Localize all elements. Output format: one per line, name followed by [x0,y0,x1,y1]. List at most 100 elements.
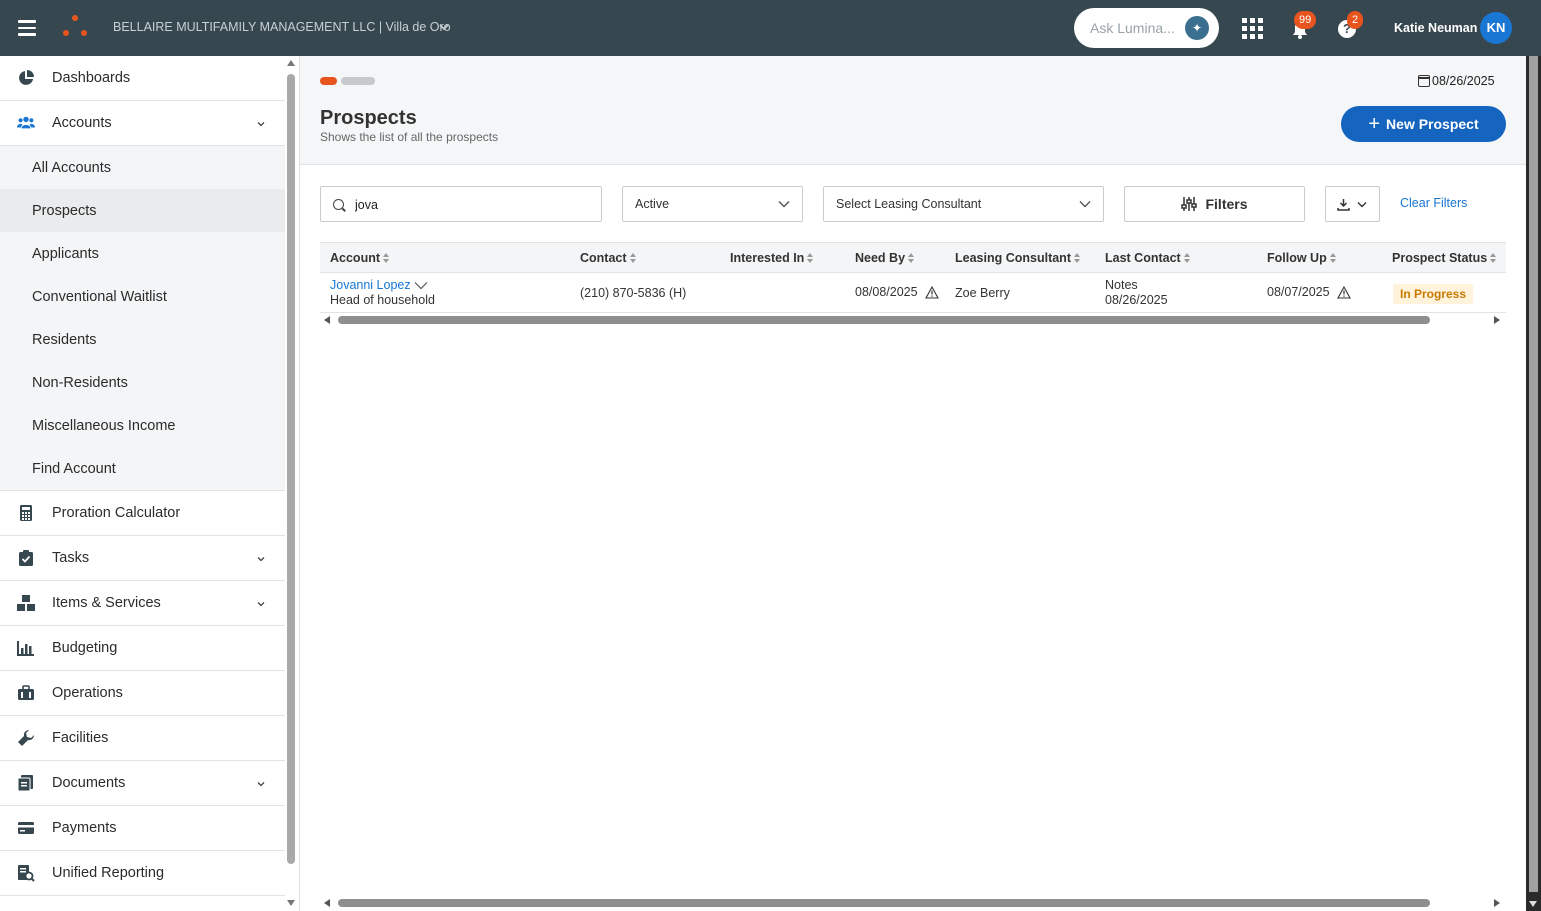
sidebar-item-facilities[interactable]: Facilities [0,716,285,761]
users-icon [17,116,35,129]
download-button[interactable] [1325,186,1380,222]
sidebar-item-label: Prospects [32,202,97,219]
column-header-follow-up[interactable]: Follow Up [1267,251,1337,265]
page-header: 08/26/2025 Prospects Shows the list of a… [300,56,1526,165]
leasing-consultant-select[interactable]: Select Leasing Consultant [823,186,1104,222]
filters-button[interactable]: Filters [1124,186,1305,222]
column-label: Account [330,251,380,265]
avatar[interactable]: KN [1480,12,1512,44]
chevron-down-icon[interactable] [437,20,451,34]
sidebar-item-items-services[interactable]: Items & Services [0,581,285,626]
sidebar-item-proration-calculator[interactable]: Proration Calculator [0,491,285,536]
notifications-badge: 99 [1294,11,1317,29]
sliders-icon [1181,197,1198,211]
table-horizontal-scrollbar[interactable] [338,316,1430,324]
page-vertical-scrollbar[interactable] [1529,56,1538,892]
page-scroll-down[interactable] [1529,901,1537,907]
new-prospect-button[interactable]: + New Prospect [1341,106,1506,142]
ask-lumina-placeholder: Ask Lumina... [1090,20,1175,36]
sidebar-item-label: Dashboards [52,70,131,86]
page-horizontal-scrollbar[interactable] [338,899,1430,907]
org-property-label[interactable]: BELLAIRE MULTIFAMILY MANAGEMENT LLC | Vi… [113,20,451,34]
sidebar-item-residents[interactable]: Residents [0,318,285,361]
sidebar-item-accounts[interactable]: Accounts [0,101,285,146]
sort-icon [1183,252,1191,264]
sidebar-item-prospects[interactable]: Prospects [0,189,285,232]
sidebar-item-tasks[interactable]: Tasks [0,536,285,581]
column-label: Follow Up [1267,251,1327,265]
column-header-prospect-status[interactable]: Prospect Status [1392,251,1497,265]
sidebar-item-find-account[interactable]: Find Account [0,447,285,490]
plus-icon: + [1368,113,1381,135]
column-header-contact[interactable]: Contact [580,251,637,265]
need-by-cell: 08/08/2025 [855,285,939,299]
new-prospect-label: New Prospect [1386,116,1479,132]
column-header-need-by[interactable]: Need By [855,251,915,265]
sidebar-item-all-accounts[interactable]: All Accounts [0,146,285,189]
chevron-down-icon [1079,201,1091,208]
sidebar-item-label: Applicants [32,245,99,262]
sidebar-item-label: Miscellaneous Income [32,417,176,434]
column-header-leasing-consultant[interactable]: Leasing Consultant [955,251,1081,265]
leasing-consultant-cell: Zoe Berry [955,286,1010,300]
sidebar-scrollbar[interactable] [287,74,295,864]
help-badge: 2 [1347,11,1364,29]
sidebar-item-documents[interactable]: Documents [0,761,285,806]
column-header-last-contact[interactable]: Last Contact [1105,251,1191,265]
warning-icon [1337,286,1351,299]
sort-icon [629,252,637,264]
clipboard-check-icon [19,550,33,566]
sidebar-item-non-residents[interactable]: Non-Residents [0,361,285,404]
sort-icon [807,252,814,264]
sidebar-item-conventional-waitlist[interactable]: Conventional Waitlist [0,275,285,318]
sidebar-item-operations[interactable]: Operations [0,671,285,716]
table-row[interactable]: Jovanni Lopez Head of household (210) 87… [320,273,1506,313]
sidebar-item-dashboards[interactable]: Dashboards [0,56,285,101]
wrench-icon [18,729,35,746]
sidebar: Dashboards Accounts All Accounts Prospec… [0,56,300,911]
follow-up-cell: 08/07/2025 [1267,285,1351,299]
column-header-account[interactable]: Account [330,251,390,265]
chevron-down-icon[interactable] [414,281,428,290]
page-scroll-right[interactable] [1494,899,1500,907]
prospects-table: Account Contact Interested In Need By Le… [320,242,1506,313]
sidebar-item-label: Items & Services [52,595,161,611]
sidebar-item-payments[interactable]: Payments [0,806,285,851]
sidebar-scroll-down[interactable] [287,900,295,906]
sidebar-item-label: Payments [52,820,117,836]
sparkle-icon[interactable]: ✦ [1185,16,1209,40]
download-icon [1337,199,1350,211]
table-scroll-right[interactable] [1494,316,1500,324]
sidebar-item-miscellaneous-income[interactable]: Miscellaneous Income [0,404,285,447]
top-bar: BELLAIRE MULTIFAMILY MANAGEMENT LLC | Vi… [0,0,1541,56]
clear-filters-link[interactable]: Clear Filters [1400,196,1467,210]
status-select-value: Active [635,197,670,211]
sidebar-item-applicants[interactable]: Applicants [0,232,285,275]
column-header-interested-in[interactable]: Interested In [730,251,814,265]
chevron-down-icon [1357,202,1367,208]
table-scroll-left[interactable] [324,316,330,324]
ask-lumina-input[interactable]: Ask Lumina... ✦ [1074,8,1219,48]
sidebar-item-label: Find Account [32,460,116,477]
account-cell: Jovanni Lopez [330,278,428,292]
need-by-date: 08/08/2025 [855,285,918,299]
apps-grid-icon[interactable] [1242,18,1263,39]
status-select[interactable]: Active [622,186,803,222]
page-title: Prospects [320,107,417,129]
account-name-link[interactable]: Jovanni Lopez [330,278,411,292]
sidebar-item-label: Accounts [52,115,112,131]
menu-icon[interactable] [18,20,36,36]
chevron-down-icon [257,122,265,127]
search-input[interactable] [355,195,595,215]
user-name[interactable]: Katie Neuman [1394,21,1477,35]
logo[interactable] [62,15,88,39]
sidebar-scroll-up[interactable] [287,60,295,66]
sidebar-item-budgeting[interactable]: Budgeting [0,626,285,671]
sidebar-item-label: Tasks [52,550,90,566]
chevron-down-icon [257,782,265,787]
warning-icon [925,286,939,299]
search-field[interactable] [320,186,602,222]
sidebar-item-unified-reporting[interactable]: Unified Reporting [0,851,285,896]
main-content: 08/26/2025 Prospects Shows the list of a… [300,56,1526,911]
page-scroll-left[interactable] [324,899,330,907]
